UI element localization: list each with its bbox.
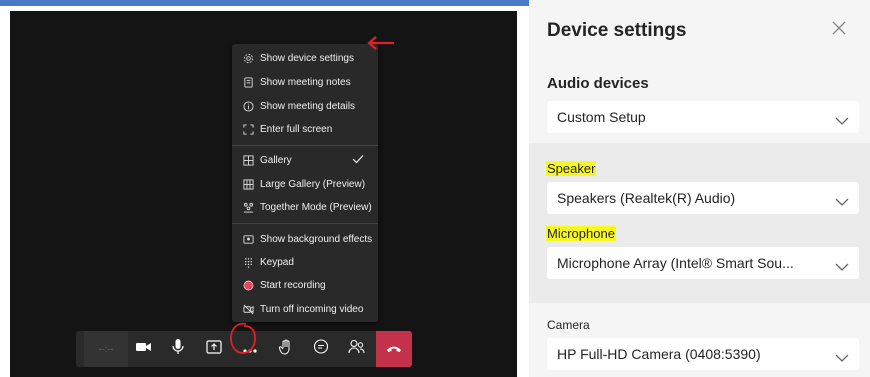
video-off-icon <box>242 303 254 315</box>
audio-devices-dropdown[interactable]: Custom Setup <box>547 101 859 133</box>
chevron-down-icon <box>835 349 849 367</box>
call-timer: --:-- <box>84 331 128 367</box>
speaker-label: Speaker <box>546 161 597 176</box>
raise-hand-button[interactable] <box>270 331 302 367</box>
camera-dropdown[interactable]: HP Full-HD Camera (0408:5390) <box>547 338 859 370</box>
chevron-down-icon <box>835 258 849 276</box>
notes-icon <box>242 76 254 88</box>
more-options-menu: Show device settings Show meeting notes … <box>232 44 378 322</box>
microphone-label: Microphone <box>546 226 616 241</box>
annotation-circle <box>230 322 256 354</box>
menu-item-label: Keypad <box>260 256 294 268</box>
menu-item-gallery[interactable]: Gallery <box>232 149 378 171</box>
share-screen-icon <box>206 339 222 359</box>
chevron-down-icon <box>835 193 849 211</box>
raise-hand-icon <box>279 339 293 360</box>
menu-item-label: Show device settings <box>260 52 354 64</box>
menu-item-enter-full-screen[interactable]: Enter full screen <box>232 118 378 140</box>
menu-item-label: Show background effects <box>260 233 373 245</box>
menu-divider <box>232 145 378 146</box>
participants-icon <box>347 339 365 360</box>
record-icon <box>242 279 254 291</box>
info-icon <box>242 100 254 112</box>
menu-item-label: Gallery <box>260 154 292 166</box>
menu-item-show-background-effects[interactable]: Show background effects <box>232 228 378 250</box>
background-effects-icon <box>242 233 254 245</box>
speaker-value: Speakers (Realtek(R) Audio) <box>557 190 736 206</box>
menu-item-label: Enter full screen <box>260 123 333 135</box>
menu-item-label: Show meeting notes <box>260 76 351 88</box>
audio-devices-value: Custom Setup <box>557 109 646 125</box>
menu-item-label: Large Gallery (Preview) <box>260 178 366 190</box>
menu-item-label: Together Mode (Preview) <box>260 201 372 213</box>
fullscreen-icon <box>242 123 254 135</box>
chat-button[interactable] <box>305 331 337 367</box>
chevron-down-icon <box>835 112 849 130</box>
speaker-dropdown[interactable]: Speakers (Realtek(R) Audio) <box>547 182 859 214</box>
menu-divider <box>232 223 378 224</box>
annotation-arrow <box>367 36 394 50</box>
menu-item-keypad[interactable]: Keypad <box>232 251 378 273</box>
camera-icon <box>136 340 152 358</box>
large-gallery-icon <box>242 178 254 190</box>
menu-item-label: Start recording <box>260 279 326 291</box>
menu-item-together-mode[interactable]: Together Mode (Preview) <box>232 196 378 218</box>
panel-title: Device settings <box>547 20 687 41</box>
keypad-icon <box>242 256 254 268</box>
gallery-icon <box>242 154 254 166</box>
microphone-value: Microphone Array (Intel® Smart Sou... <box>557 255 794 271</box>
checkmark-icon <box>352 153 364 168</box>
microphone-button[interactable] <box>162 331 194 367</box>
microphone-icon <box>172 338 184 360</box>
close-button[interactable] <box>831 20 851 40</box>
menu-item-start-recording[interactable]: Start recording <box>232 274 378 296</box>
chat-icon <box>313 338 329 360</box>
menu-item-turn-off-incoming-video[interactable]: Turn off incoming video <box>232 298 378 320</box>
share-screen-button[interactable] <box>198 331 230 367</box>
camera-button[interactable] <box>128 331 160 367</box>
participants-button[interactable] <box>340 331 372 367</box>
menu-item-show-meeting-details[interactable]: Show meeting details <box>232 95 378 117</box>
menu-item-label: Show meeting details <box>260 100 356 112</box>
audio-devices-label: Audio devices <box>547 75 649 92</box>
menu-item-large-gallery[interactable]: Large Gallery (Preview) <box>232 173 378 195</box>
gear-icon <box>242 52 254 64</box>
menu-item-show-meeting-notes[interactable]: Show meeting notes <box>232 71 378 93</box>
camera-value: HP Full-HD Camera (0408:5390) <box>557 346 761 362</box>
menu-item-show-device-settings[interactable]: Show device settings <box>232 47 378 69</box>
device-settings-panel: Device settings Audio devices Custom Set… <box>529 0 870 377</box>
hang-up-icon <box>386 340 402 358</box>
microphone-dropdown[interactable]: Microphone Array (Intel® Smart Sou... <box>547 247 859 279</box>
close-icon <box>831 21 847 40</box>
camera-label: Camera <box>547 318 590 332</box>
together-mode-icon <box>242 201 254 213</box>
hang-up-button[interactable] <box>376 331 412 367</box>
menu-item-label: Turn off incoming video <box>260 303 364 315</box>
meeting-stage: Show device settings Show meeting notes … <box>10 11 517 377</box>
